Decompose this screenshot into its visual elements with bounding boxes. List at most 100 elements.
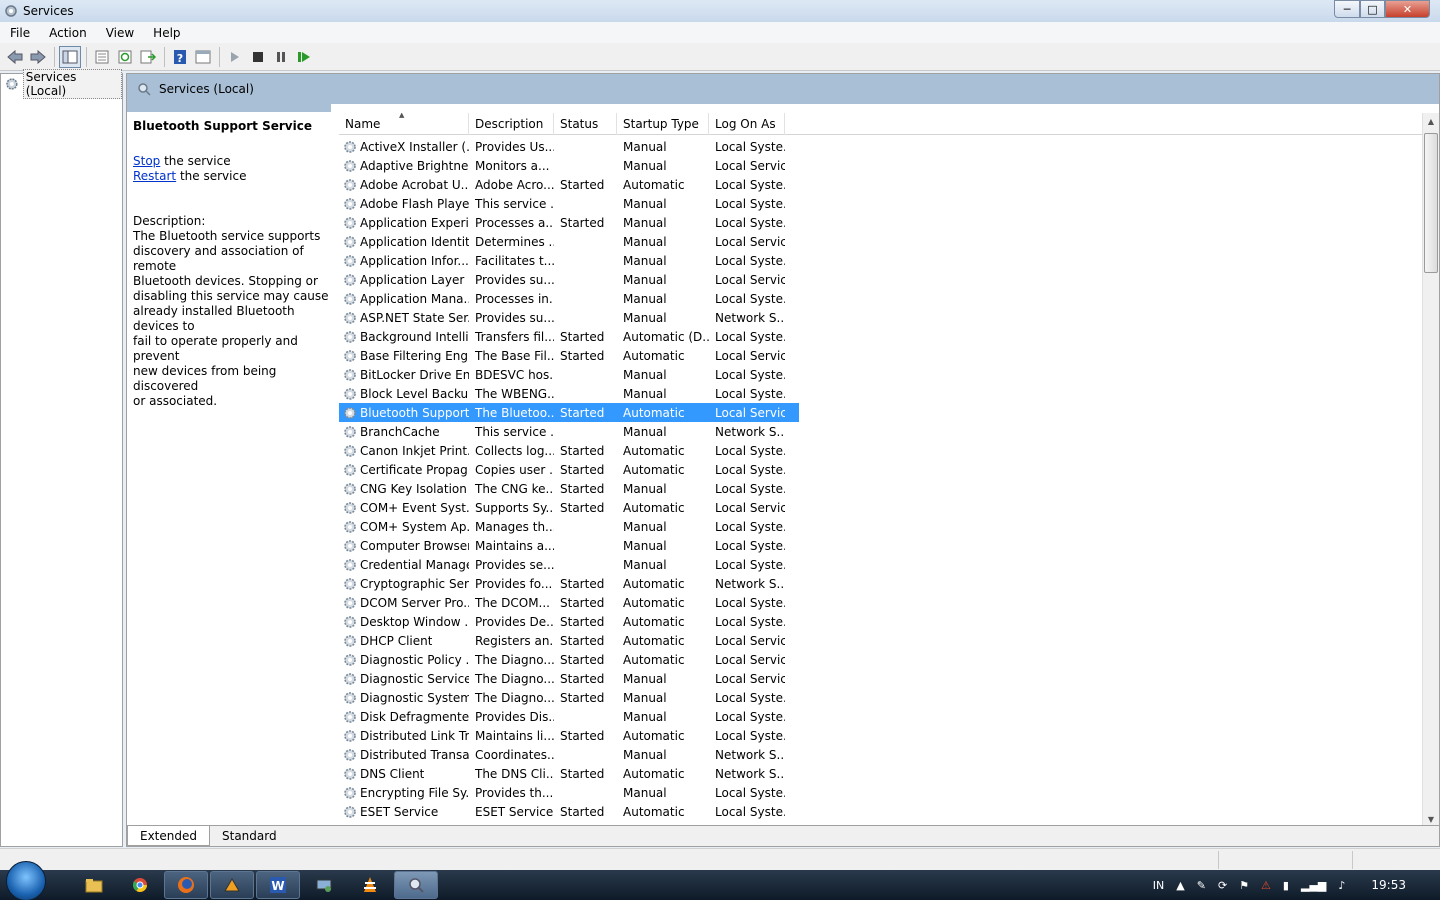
- service-row[interactable]: Diagnostic System... The Diagno... Started…: [339, 688, 799, 707]
- menu-file[interactable]: File: [0, 26, 39, 40]
- signal-icon[interactable]: ▂▄▆: [1301, 879, 1326, 892]
- service-row[interactable]: Computer Browser Maintains a... Manual Loca…: [339, 536, 799, 555]
- service-row[interactable]: BitLocker Drive En... BDESVC hos... Manual…: [339, 365, 799, 384]
- help-button[interactable]: ?: [169, 46, 191, 68]
- service-row[interactable]: Distributed Link Tr... Maintains li... Sta…: [339, 726, 799, 745]
- vertical-scrollbar[interactable]: ▲ ▼: [1422, 113, 1439, 827]
- refresh-button[interactable]: [114, 46, 136, 68]
- service-description-cell: Provides th...: [475, 785, 554, 800]
- scrollbar-thumb[interactable]: [1424, 133, 1438, 273]
- view-button[interactable]: [192, 46, 214, 68]
- menu-view[interactable]: View: [96, 26, 143, 40]
- tree-item-services-local[interactable]: Services (Local): [1, 69, 122, 99]
- language-indicator[interactable]: IN: [1153, 879, 1164, 892]
- tab-extended[interactable]: Extended: [127, 826, 210, 846]
- menu-help[interactable]: Help: [143, 26, 189, 40]
- service-logon-cell: Network S...: [715, 424, 785, 439]
- service-row[interactable]: Credential Manager Provides se... Manual Lo…: [339, 555, 799, 574]
- service-row[interactable]: DCOM Server Pro... The DCOM... Started Auto…: [339, 593, 799, 612]
- restart-service-link[interactable]: Restart: [133, 169, 176, 183]
- service-description-cell: Registers an...: [475, 633, 554, 648]
- warning-icon[interactable]: ⚠: [1261, 879, 1271, 892]
- properties-button[interactable]: [91, 46, 113, 68]
- back-icon: [7, 49, 23, 64]
- service-row[interactable]: Cryptographic Ser... Provides fo... Starte…: [339, 574, 799, 593]
- service-row[interactable]: DHCP Client Registers an... Started Automat…: [339, 631, 799, 650]
- service-row[interactable]: DNS Client The DNS Cli... Started Automatic…: [339, 764, 799, 783]
- service-row[interactable]: Encrypting File Sy... Provides th... Manua…: [339, 783, 799, 802]
- taskbar-winamp[interactable]: [210, 871, 254, 899]
- service-description-cell: Collects log...: [475, 443, 554, 458]
- service-row[interactable]: Distributed Transa... Coordinates... Manua…: [339, 745, 799, 764]
- service-row[interactable]: Canon Inkjet Print... Collects log... Star…: [339, 441, 799, 460]
- service-row[interactable]: Adaptive Brightness Monitors a... Manual Lo…: [339, 156, 799, 175]
- clock[interactable]: 19:53: [1371, 878, 1406, 892]
- start-button[interactable]: [6, 861, 46, 900]
- scroll-up-icon[interactable]: ▲: [1423, 113, 1439, 129]
- service-row[interactable]: COM+ Event Syst... Supports Sy... Started A…: [339, 498, 799, 517]
- tab-standard[interactable]: Standard: [210, 826, 289, 846]
- power-icon[interactable]: ▮: [1283, 879, 1289, 892]
- column-header-status[interactable]: Status: [554, 113, 617, 135]
- service-logon-cell: Network S...: [715, 576, 785, 591]
- column-header-startup-type[interactable]: Startup Type: [617, 113, 709, 135]
- service-row[interactable]: Application Infor... Facilitates t... Manu…: [339, 251, 799, 270]
- service-row[interactable]: Block Level Backu... The WBENG... Manual Lo…: [339, 384, 799, 403]
- service-row[interactable]: Diagnostic Service... The Diagno... Starte…: [339, 669, 799, 688]
- service-row[interactable]: ActiveX Installer (... Provides Us... Manu…: [339, 137, 799, 156]
- service-description-cell: Provides su...: [475, 272, 554, 287]
- flag-icon[interactable]: ⚑: [1239, 879, 1249, 892]
- volume-icon[interactable]: ♪: [1338, 879, 1345, 892]
- column-header-name[interactable]: ▲ Name: [339, 113, 469, 135]
- taskbar-firefox[interactable]: [164, 871, 208, 899]
- close-button[interactable]: ✕: [1385, 0, 1430, 18]
- service-status-cell: Started: [560, 481, 605, 496]
- stop-service-link[interactable]: Stop: [133, 154, 160, 168]
- sync-icon[interactable]: ⟳: [1218, 879, 1227, 892]
- back-button[interactable]: [4, 46, 26, 68]
- console-tree-button[interactable]: [59, 45, 81, 68]
- taskbar-services[interactable]: [394, 871, 438, 899]
- service-row[interactable]: Application Mana... Processes in... Manual…: [339, 289, 799, 308]
- service-row[interactable]: Adobe Acrobat U... Adobe Acro... Started Au…: [339, 175, 799, 194]
- column-header-description[interactable]: Description: [469, 113, 554, 135]
- start-service-button[interactable]: [224, 46, 246, 68]
- pause-service-button[interactable]: [270, 46, 292, 68]
- service-row[interactable]: CNG Key Isolation The CNG ke... Started Man…: [339, 479, 799, 498]
- menu-action[interactable]: Action: [39, 26, 96, 40]
- service-row[interactable]: Application Experi... Processes a... Start…: [339, 213, 799, 232]
- service-name: Background Intelli...: [360, 329, 469, 344]
- service-row[interactable]: ASP.NET State Ser... Provides su... Manual…: [339, 308, 799, 327]
- service-description: Description: The Bluetooth service suppo…: [133, 214, 333, 409]
- service-description-cell: Coordinates...: [475, 747, 554, 762]
- restart-service-button[interactable]: [293, 46, 315, 68]
- export-list-button[interactable]: [137, 46, 159, 68]
- taskbar-network[interactable]: [302, 871, 346, 899]
- minimize-button[interactable]: ─: [1334, 0, 1360, 18]
- service-row[interactable]: ESET Service ESET Service Started Automatic…: [339, 802, 799, 821]
- service-row[interactable]: Certificate Propag... Copies user ... Star…: [339, 460, 799, 479]
- service-row[interactable]: Desktop Window ... Provides De... Started A…: [339, 612, 799, 631]
- service-row[interactable]: Diagnostic Policy ... The Diagno... Starte…: [339, 650, 799, 669]
- service-row[interactable]: Disk Defragmenter Provides Dis... Manual Lo…: [339, 707, 799, 726]
- maximize-button[interactable]: □: [1360, 0, 1385, 18]
- service-row[interactable]: Adobe Flash Playe... This service ... Manu…: [339, 194, 799, 213]
- service-logon-cell: Local Service: [715, 405, 785, 420]
- taskbar-vlc[interactable]: [348, 871, 392, 899]
- service-row[interactable]: Bluetooth Support... The Bluetoo... Starte…: [339, 403, 799, 422]
- service-row[interactable]: Base Filtering Engi... The Base Fil... Sta…: [339, 346, 799, 365]
- service-row[interactable]: Application Identity Determines ... Manual…: [339, 232, 799, 251]
- service-row[interactable]: Background Intelli... Transfers fil... Sta…: [339, 327, 799, 346]
- pen-icon[interactable]: ✎: [1197, 879, 1206, 892]
- service-row[interactable]: COM+ System Ap... Manages th... Manual Loca…: [339, 517, 799, 536]
- service-name: BranchCache: [360, 424, 440, 439]
- taskbar-word[interactable]: W: [256, 871, 300, 899]
- taskbar-chrome[interactable]: [118, 871, 162, 899]
- forward-button[interactable]: [27, 46, 49, 68]
- taskbar-explorer[interactable]: [72, 871, 116, 899]
- column-header-log-on-as[interactable]: Log On As: [709, 113, 785, 135]
- stop-service-button[interactable]: [247, 46, 269, 68]
- service-row[interactable]: BranchCache This service ... Manual Network…: [339, 422, 799, 441]
- service-row[interactable]: Application Layer ... Provides su... Manua…: [339, 270, 799, 289]
- show-hidden-icon[interactable]: ▲: [1176, 879, 1184, 892]
